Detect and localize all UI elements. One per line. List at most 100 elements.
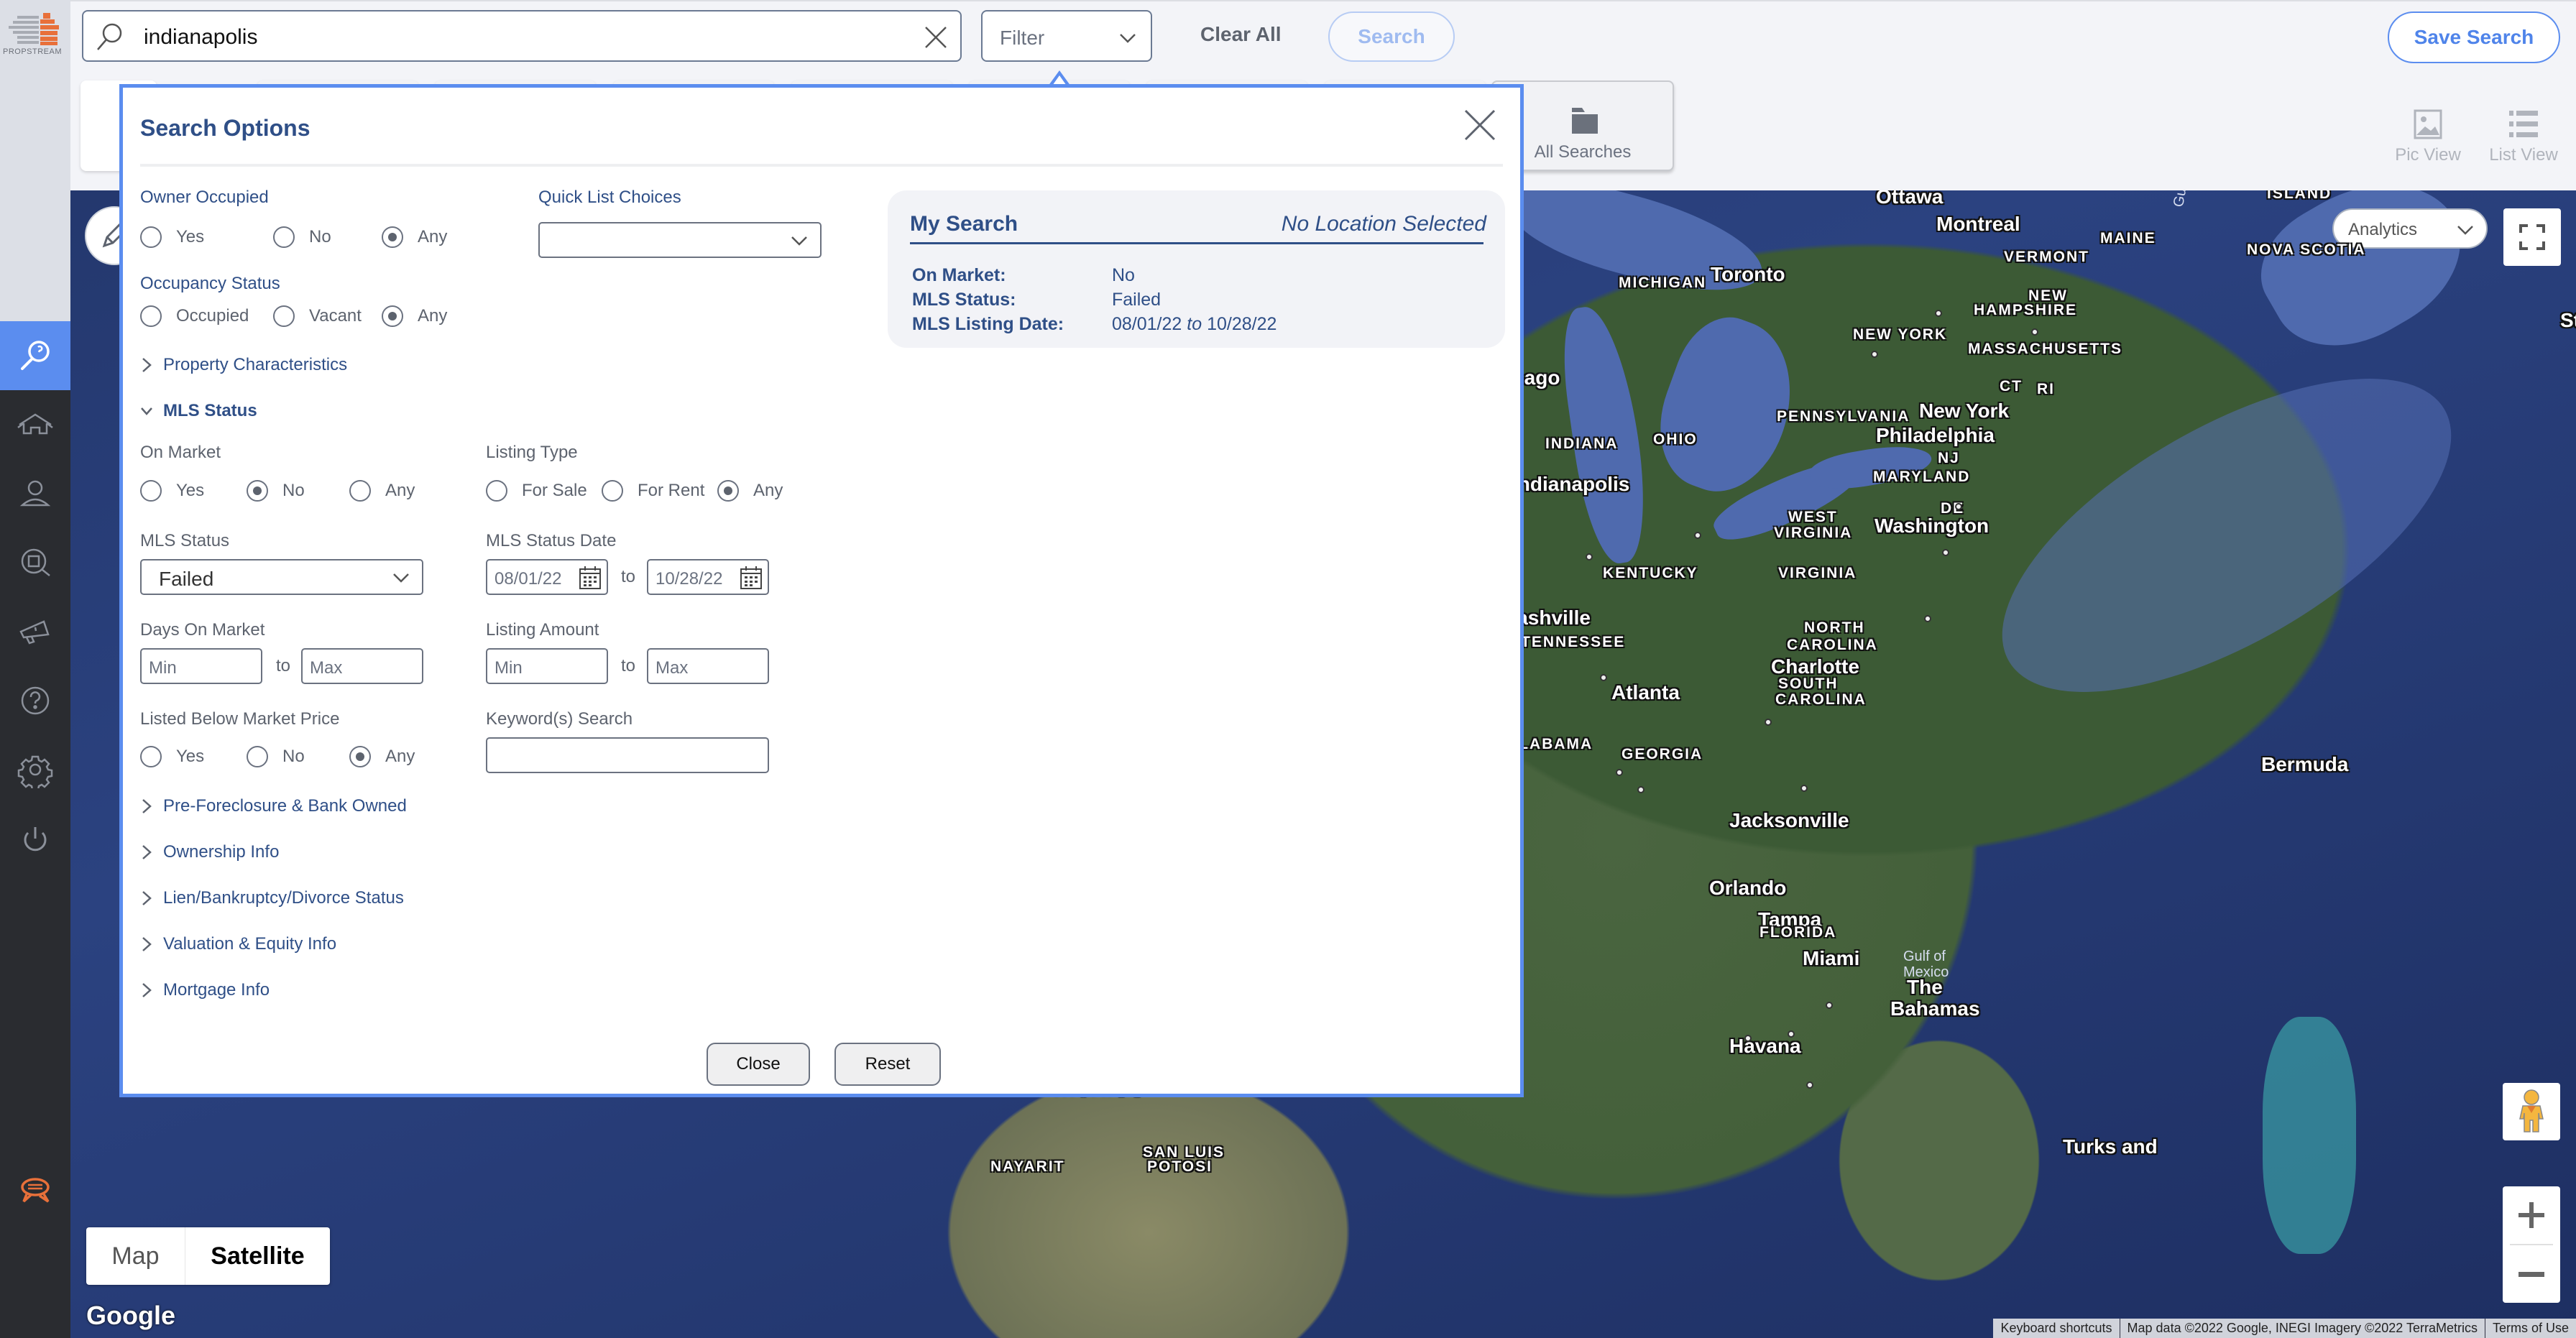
- keyword-search-input[interactable]: [486, 737, 769, 773]
- on-market-yes[interactable]: Yes: [140, 480, 247, 502]
- occupancy-any[interactable]: Any: [382, 305, 447, 327]
- section-mls-status[interactable]: MLS Status: [140, 401, 257, 421]
- lake-michigan: [1555, 302, 1655, 568]
- below-market-any[interactable]: Any: [349, 746, 415, 767]
- occupancy-occupied[interactable]: Occupied: [140, 305, 273, 327]
- radio-circle[interactable]: [247, 480, 268, 502]
- sidebar-item-search[interactable]: [0, 321, 70, 390]
- mls-status-value: Failed: [159, 568, 214, 590]
- chat-button[interactable]: [0, 1155, 70, 1224]
- below-market-yes[interactable]: Yes: [140, 746, 247, 767]
- filter-dropdown[interactable]: Filter: [981, 10, 1152, 62]
- close-button[interactable]: Close: [707, 1043, 810, 1086]
- listing-amount-min[interactable]: Min: [486, 648, 608, 684]
- radio-circle[interactable]: [140, 746, 162, 767]
- save-search-button[interactable]: Save Search: [2388, 11, 2560, 63]
- radio-circle[interactable]: [140, 480, 162, 502]
- radio-circle[interactable]: [486, 480, 507, 502]
- clear-search-icon[interactable]: [921, 23, 950, 52]
- sidebar-item-lists[interactable]: [0, 528, 70, 597]
- mls-status-select[interactable]: Failed: [140, 559, 423, 595]
- days-on-market-max[interactable]: Max: [301, 648, 423, 684]
- radio-circle[interactable]: [349, 480, 371, 502]
- radio-circle[interactable]: [717, 480, 739, 502]
- listing-type-for-rent[interactable]: For Rent: [602, 480, 717, 502]
- section-mortgage-info[interactable]: Mortgage Info: [140, 980, 270, 1000]
- map-label-city: Montreal: [1936, 213, 2020, 235]
- owner-occupied-no[interactable]: No: [273, 226, 382, 248]
- map-label-city: Bermuda: [2261, 753, 2349, 775]
- below-market-no[interactable]: No: [247, 746, 349, 767]
- map-label-city: Ottawa: [1876, 190, 1944, 208]
- radio-circle[interactable]: [382, 305, 403, 327]
- owner-occupied-any[interactable]: Any: [382, 226, 447, 248]
- sidebar-item-help[interactable]: [0, 666, 70, 735]
- sidebar-item-contacts[interactable]: [0, 459, 70, 528]
- zoom-in-button[interactable]: [2503, 1186, 2560, 1244]
- map-label-city: New York: [1919, 400, 2010, 422]
- sidebar-item-logout[interactable]: [0, 804, 70, 873]
- app-root: PROPSTREAM indianapolis Filter Clear All…: [0, 0, 2576, 1338]
- on-market-any[interactable]: Any: [349, 480, 415, 502]
- map-type-satellite[interactable]: Satellite: [185, 1227, 330, 1285]
- on-market-no[interactable]: No: [247, 480, 349, 502]
- city-marker: [1806, 1081, 1813, 1089]
- sidebar-item-settings[interactable]: [0, 735, 70, 804]
- section-ownership-info[interactable]: Ownership Info: [140, 842, 279, 862]
- owner-occupied-yes[interactable]: Yes: [140, 226, 273, 248]
- clear-all-button[interactable]: Clear All: [1200, 23, 1282, 46]
- radio-circle[interactable]: [273, 305, 295, 327]
- radio-circle[interactable]: [602, 480, 623, 502]
- sidebar: PROPSTREAM: [0, 0, 70, 1338]
- section-valuation-equity[interactable]: Valuation & Equity Info: [140, 934, 336, 954]
- map-type-map[interactable]: Map: [86, 1227, 185, 1285]
- below-market-label: Listed Below Market Price: [140, 709, 340, 729]
- radio-circle[interactable]: [349, 746, 371, 767]
- listing-amount-max[interactable]: Max: [647, 648, 769, 684]
- radio-circle[interactable]: [382, 226, 403, 248]
- mls-status-date-to[interactable]: 10/28/22: [647, 559, 769, 595]
- map-label-state: FLORIDA: [1760, 924, 1837, 941]
- section-lien-bankruptcy-divorce[interactable]: Lien/Bankruptcy/Divorce Status: [140, 888, 404, 908]
- sidebar-item-marketing[interactable]: [0, 597, 70, 666]
- search-button[interactable]: Search: [1328, 11, 1455, 62]
- map-label-state: VERMONT: [2004, 249, 2089, 265]
- search-icon: [97, 23, 122, 50]
- section-pre-foreclosure[interactable]: Pre-Foreclosure & Bank Owned: [140, 796, 407, 816]
- terms-of-use-link[interactable]: Terms of Use: [2485, 1319, 2576, 1338]
- section-property-characteristics[interactable]: Property Characteristics: [140, 355, 347, 375]
- map-label-state: INDIANA: [1545, 435, 1619, 452]
- radio-circle[interactable]: [140, 226, 162, 248]
- calendar-icon[interactable]: [578, 565, 602, 591]
- calendar-icon[interactable]: [739, 565, 763, 591]
- list-view-button[interactable]: List View: [2484, 109, 2563, 165]
- city-marker: [1694, 532, 1701, 539]
- keyboard-shortcuts-link[interactable]: Keyboard shortcuts: [1993, 1319, 2120, 1338]
- pic-view-button[interactable]: Pic View: [2388, 109, 2467, 165]
- quick-list-select[interactable]: [538, 222, 822, 258]
- mls-status-date-from[interactable]: 08/01/22: [486, 559, 608, 595]
- radio-circle[interactable]: [273, 226, 295, 248]
- listing-type-for-sale[interactable]: For Sale: [486, 480, 602, 502]
- map-label-city: Turks and: [2063, 1135, 2158, 1158]
- days-on-market-min[interactable]: Min: [140, 648, 262, 684]
- radio-circle[interactable]: [247, 746, 268, 767]
- radio-circle[interactable]: [140, 305, 162, 327]
- owner-occupied-label: Owner Occupied: [140, 188, 269, 207]
- street-view-pegman[interactable]: [2503, 1083, 2560, 1140]
- listing-type-any[interactable]: Any: [717, 480, 783, 502]
- zoom-out-button[interactable]: [2503, 1245, 2560, 1303]
- summary-divider: [910, 242, 1484, 244]
- map-label-city: Atlanta: [1611, 681, 1680, 703]
- occupancy-vacant[interactable]: Vacant: [273, 305, 382, 327]
- chevron-right-icon: [142, 891, 152, 905]
- map-label-state: POTOSI: [1147, 1158, 1213, 1175]
- location-search-input[interactable]: indianapolis: [82, 10, 962, 62]
- sidebar-item-properties[interactable]: [0, 390, 70, 459]
- fullscreen-button[interactable]: [2503, 208, 2561, 266]
- reset-button[interactable]: Reset: [834, 1043, 941, 1086]
- close-icon[interactable]: [1463, 108, 1497, 142]
- city-marker: [1826, 1002, 1833, 1009]
- occupancy-status-label: Occupancy Status: [140, 274, 280, 293]
- propstream-logo[interactable]: PROPSTREAM: [3, 13, 68, 57]
